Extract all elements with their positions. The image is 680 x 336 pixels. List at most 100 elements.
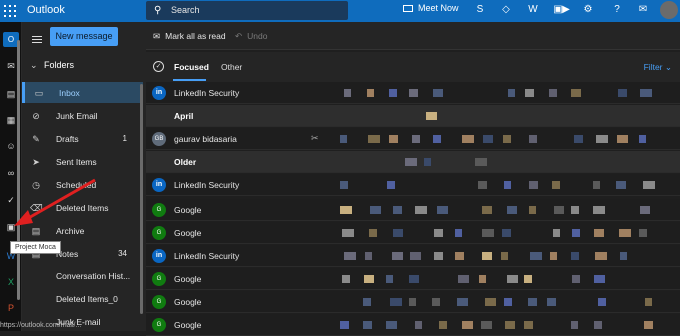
redacted-block bbox=[410, 252, 421, 260]
app-title[interactable]: Outlook bbox=[27, 4, 65, 16]
redacted-block bbox=[530, 252, 542, 260]
tab-other[interactable]: Other bbox=[221, 62, 242, 72]
folder-sent-items[interactable]: ➤ Sent Items bbox=[22, 151, 143, 172]
date-separator-label: Older bbox=[174, 157, 197, 167]
folder-label: Junk Email bbox=[56, 111, 98, 121]
app-launcher-icon[interactable] bbox=[4, 5, 16, 17]
redacted-block bbox=[618, 89, 627, 97]
redacted-block bbox=[387, 181, 395, 189]
folder-label: Drafts bbox=[56, 134, 79, 144]
search-box[interactable]: ⚲ Search bbox=[146, 1, 348, 20]
diamond-icon[interactable]: ◇ bbox=[500, 4, 512, 16]
app-rail: O ✉ ▤ ▦ ☺ ∞ ✓ ▣ W X P bbox=[0, 22, 22, 331]
new-message-button[interactable]: New message bbox=[50, 27, 118, 46]
sender-avatar: G bbox=[152, 318, 166, 332]
redacted-block bbox=[571, 206, 579, 214]
sender-avatar: GB bbox=[152, 132, 166, 146]
mark-all-read-button[interactable]: ✉ Mark all as read bbox=[153, 31, 226, 42]
filter-button[interactable]: Filter ⌄ bbox=[644, 62, 672, 73]
megaphone-icon[interactable]: ▶ bbox=[560, 4, 572, 16]
redacted-block bbox=[481, 321, 492, 329]
redacted-block bbox=[365, 252, 372, 260]
redacted-block bbox=[393, 229, 403, 237]
block-icon: ⊘ bbox=[32, 111, 40, 121]
folder-inbox[interactable]: ▭ Inbox bbox=[22, 82, 143, 103]
sender-avatar: in bbox=[152, 249, 166, 263]
sender-name: LinkedIn Security bbox=[174, 180, 240, 190]
status-bar-url: https://outlook.com/mail/... bbox=[0, 322, 82, 329]
sender-name: Google bbox=[174, 205, 202, 215]
folder-junk-email[interactable]: ⊘ Junk Email bbox=[22, 105, 143, 126]
sender-name: LinkedIn Security bbox=[174, 251, 240, 261]
redacted-block bbox=[529, 181, 538, 189]
tab-focused[interactable]: Focused bbox=[174, 62, 209, 72]
redacted-block bbox=[572, 229, 580, 237]
folder-archive[interactable]: ▤ Archive bbox=[22, 220, 143, 241]
rail-scrollbar[interactable] bbox=[17, 40, 20, 300]
hamburger-menu-icon[interactable] bbox=[32, 36, 42, 44]
redacted-block bbox=[571, 252, 579, 260]
select-all-icon[interactable]: ✓ bbox=[153, 61, 164, 72]
meet-now-button[interactable]: Meet Now bbox=[403, 3, 459, 13]
word-icon[interactable]: W bbox=[527, 4, 539, 16]
redacted-block bbox=[390, 298, 402, 306]
undo-button[interactable]: ↶ Undo bbox=[235, 31, 267, 42]
mark-all-read-label: Mark all as read bbox=[165, 31, 226, 41]
redacted-block bbox=[507, 206, 517, 214]
redacted-block bbox=[479, 275, 486, 283]
redacted-block bbox=[639, 229, 647, 237]
folder-conversation-history[interactable]: Conversation Hist... bbox=[22, 265, 143, 286]
feedback-icon[interactable]: ✉ bbox=[637, 4, 649, 16]
folder-scrollbar[interactable] bbox=[140, 84, 143, 314]
tooltip-project-moca: Project Moca bbox=[10, 241, 61, 254]
redacted-block bbox=[478, 181, 487, 189]
sender-name: gaurav bidasaria bbox=[174, 134, 237, 144]
redacted-block bbox=[340, 135, 347, 143]
meet-now-label: Meet Now bbox=[418, 3, 459, 13]
message-list-header: ✓ Focused Other Filter ⌄ bbox=[146, 52, 680, 82]
redacted-block bbox=[508, 89, 515, 97]
redacted-block bbox=[547, 298, 556, 306]
question-icon[interactable]: ? bbox=[611, 4, 623, 16]
redacted-block bbox=[364, 275, 374, 283]
redacted-block bbox=[644, 321, 653, 329]
sender-name: Google bbox=[174, 228, 202, 238]
redacted-block bbox=[524, 275, 532, 283]
redacted-block bbox=[594, 321, 602, 329]
folder-label: Inbox bbox=[59, 88, 80, 98]
folder-deleted-items[interactable]: ⌫ Deleted Items bbox=[22, 197, 143, 218]
user-avatar[interactable] bbox=[660, 1, 678, 19]
folder-label: Archive bbox=[56, 226, 85, 236]
redacted-block bbox=[369, 229, 377, 237]
folders-header[interactable]: ⌄ Folders bbox=[30, 60, 74, 71]
redacted-block bbox=[507, 275, 518, 283]
redacted-block bbox=[619, 229, 631, 237]
video-camera-icon bbox=[403, 5, 413, 12]
date-separator-label: April bbox=[174, 111, 194, 121]
redacted-block bbox=[340, 206, 352, 214]
redacted-block bbox=[392, 252, 403, 260]
folder-label: Deleted Items_0 bbox=[56, 294, 118, 304]
archive-icon: ▤ bbox=[31, 226, 41, 236]
folder-drafts[interactable]: ✎ Drafts 1 bbox=[22, 128, 143, 149]
folder-deleted-items-0[interactable]: Deleted Items_0 bbox=[22, 288, 143, 309]
skype-icon[interactable]: S bbox=[474, 4, 486, 16]
redacted-block bbox=[594, 229, 604, 237]
sender-avatar: G bbox=[152, 272, 166, 286]
redacted-block bbox=[409, 275, 419, 283]
redacted-block bbox=[344, 252, 356, 260]
gear-icon[interactable]: ⚙ bbox=[582, 4, 594, 16]
sender-name: Google bbox=[174, 274, 202, 284]
redacted-block bbox=[571, 89, 581, 97]
redacted-block bbox=[549, 89, 557, 97]
powerpoint-icon[interactable]: P bbox=[3, 300, 19, 316]
envelope-open-icon: ✉ bbox=[153, 31, 161, 41]
redacted-block bbox=[529, 206, 536, 214]
folders-header-label: Folders bbox=[44, 60, 75, 70]
folder-scheduled[interactable]: ◷ Scheduled bbox=[22, 174, 143, 195]
redacted-block bbox=[504, 298, 512, 306]
redacted-block bbox=[412, 135, 420, 143]
folder-count: 34 bbox=[118, 249, 127, 258]
redacted-block bbox=[462, 321, 473, 329]
redacted-block bbox=[340, 321, 349, 329]
